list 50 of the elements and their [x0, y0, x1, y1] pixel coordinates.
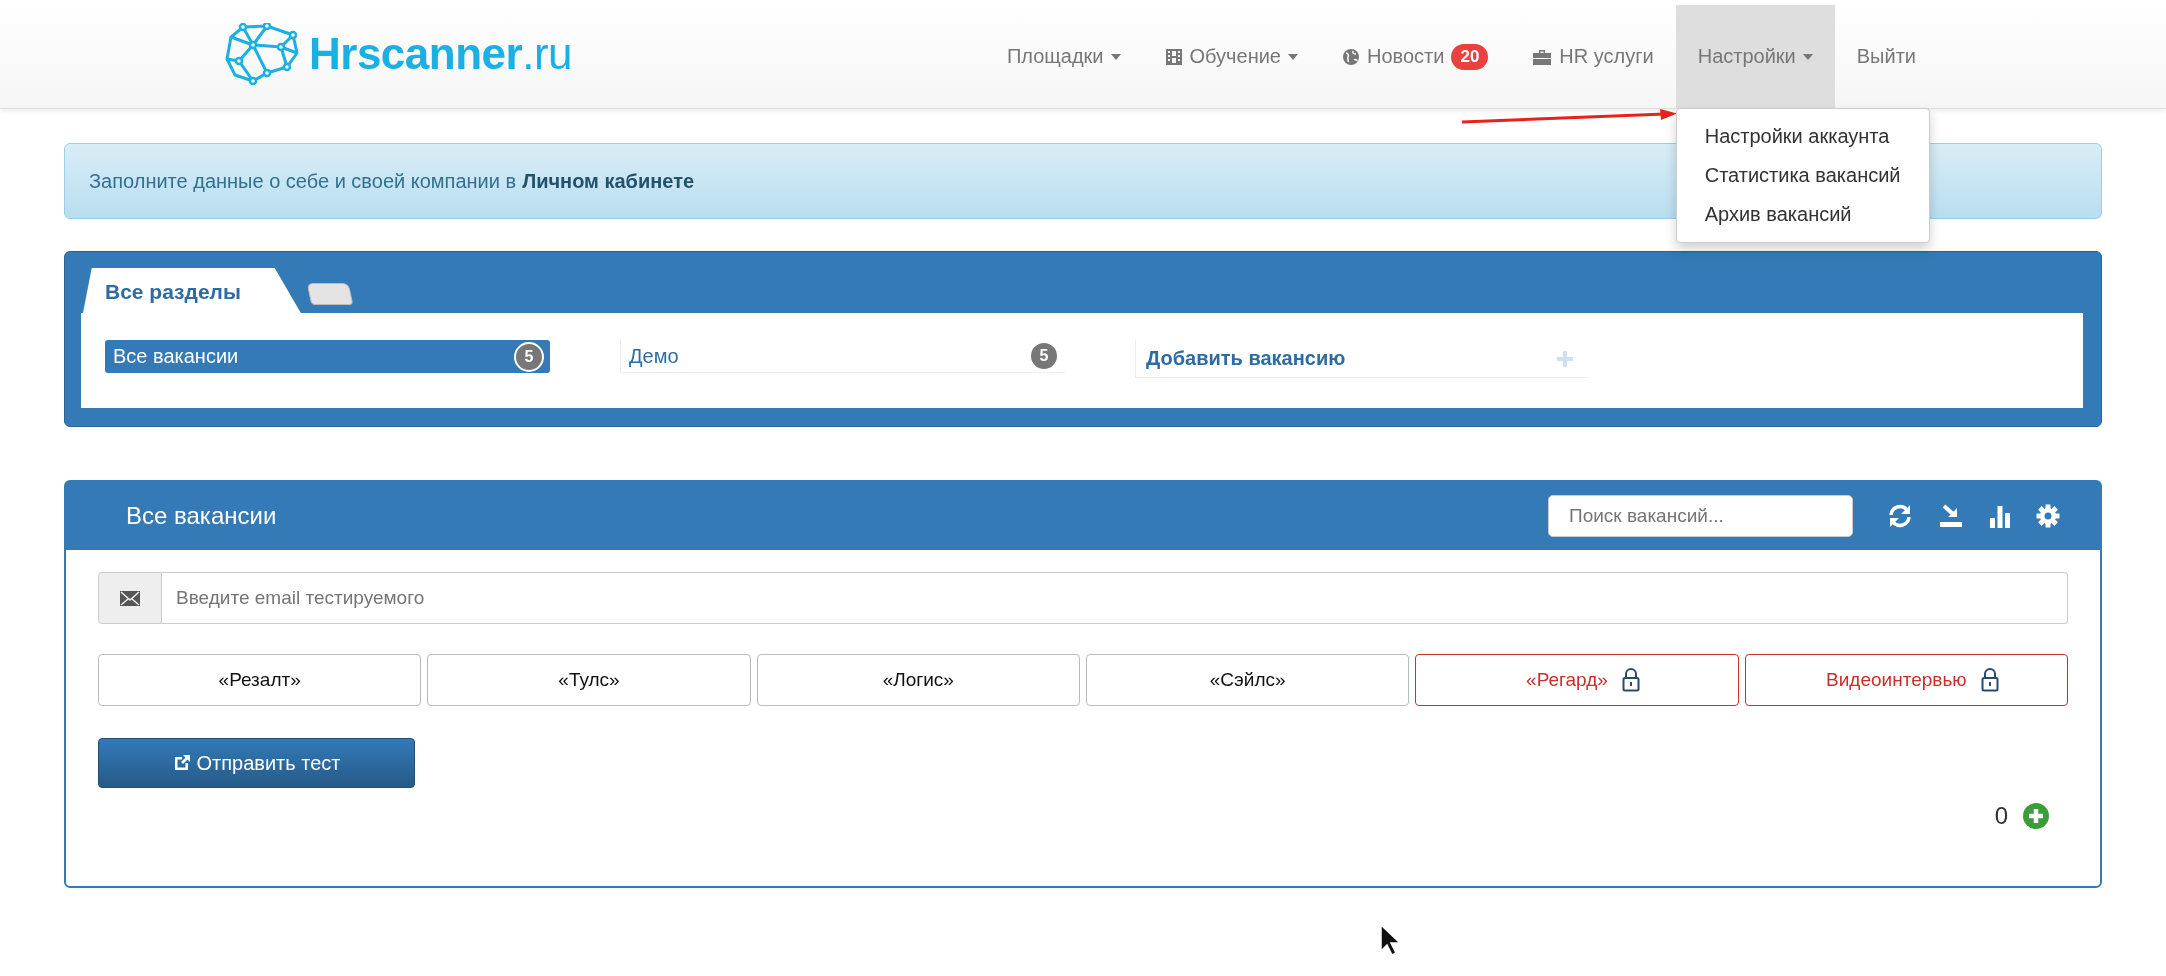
globe-icon: [1342, 47, 1360, 66]
add-vacancy-label: Добавить вакансию: [1146, 347, 1346, 370]
test-button[interactable]: «Тулс»: [427, 654, 751, 706]
menu-item[interactable]: Архив вакансий: [1676, 195, 1929, 234]
external-link-icon: [172, 754, 191, 772]
refresh-icon[interactable]: [1887, 503, 1913, 529]
nav-item[interactable]: Обучение: [1142, 5, 1320, 108]
send-test-button[interactable]: Отправить тест: [98, 738, 415, 788]
briefcase-icon: [1532, 47, 1553, 66]
test-button[interactable]: Видеоинтервью: [1744, 654, 2068, 706]
settings-icon[interactable]: [2036, 504, 2060, 528]
count-badge: 5: [1029, 341, 1059, 371]
test-button[interactable]: «Сэйлс»: [1086, 654, 1410, 706]
add-vacancy-item[interactable]: Добавить вакансию: [1135, 340, 1590, 378]
caret-icon: [1288, 53, 1298, 60]
envelope-icon: [120, 590, 140, 606]
nav-item[interactable]: HR услуги: [1510, 5, 1676, 108]
logo-icon: [223, 23, 301, 85]
menu-item[interactable]: Статистика вакансий: [1676, 156, 1929, 195]
count-badge: 20: [1451, 43, 1489, 70]
caret-icon: [1110, 53, 1121, 60]
email-field[interactable]: Введите email тестируемого: [162, 572, 2068, 624]
add-icon[interactable]: [2022, 802, 2050, 830]
bar-chart-icon[interactable]: [1989, 504, 2011, 528]
panel-title: Все вакансии: [126, 502, 277, 530]
section-item[interactable]: Демо 5: [620, 340, 1065, 373]
test-button[interactable]: «Резалт»: [98, 654, 422, 706]
section-label: Все вакансии: [113, 345, 239, 368]
nav-item[interactable]: Площадки: [984, 5, 1143, 108]
caret-icon: [1802, 53, 1813, 60]
test-button[interactable]: «Регард»: [1415, 654, 1739, 706]
test-button[interactable]: «Логис»: [756, 654, 1080, 706]
tab[interactable]: Все разделы: [83, 268, 301, 313]
section-item[interactable]: Все вакансии 5: [105, 340, 550, 373]
padlock-icon: [1980, 668, 1999, 692]
section-label: Демо: [629, 344, 679, 368]
download-icon[interactable]: [1938, 503, 1964, 529]
alert-text: Заполните данные о себе и своей компании в: [89, 169, 517, 193]
film-icon: [1164, 47, 1183, 66]
nav-item[interactable]: Выйти: [1834, 5, 1938, 108]
count-text: 0: [1994, 802, 2008, 830]
cabinet-link[interactable]: Личном кабинете: [522, 169, 695, 193]
tab[interactable]: [306, 283, 354, 305]
plus-icon: [1556, 349, 1574, 368]
count-badge: 5: [514, 341, 544, 372]
menu-item[interactable]: Настройки аккаунта: [1676, 117, 1929, 156]
padlock-icon: [1621, 668, 1640, 692]
search-field[interactable]: Поиск вакансий...: [1548, 495, 1853, 537]
nav-item[interactable]: Настройки: [1675, 5, 1835, 108]
nav-item[interactable]: Новости 20: [1320, 5, 1511, 108]
